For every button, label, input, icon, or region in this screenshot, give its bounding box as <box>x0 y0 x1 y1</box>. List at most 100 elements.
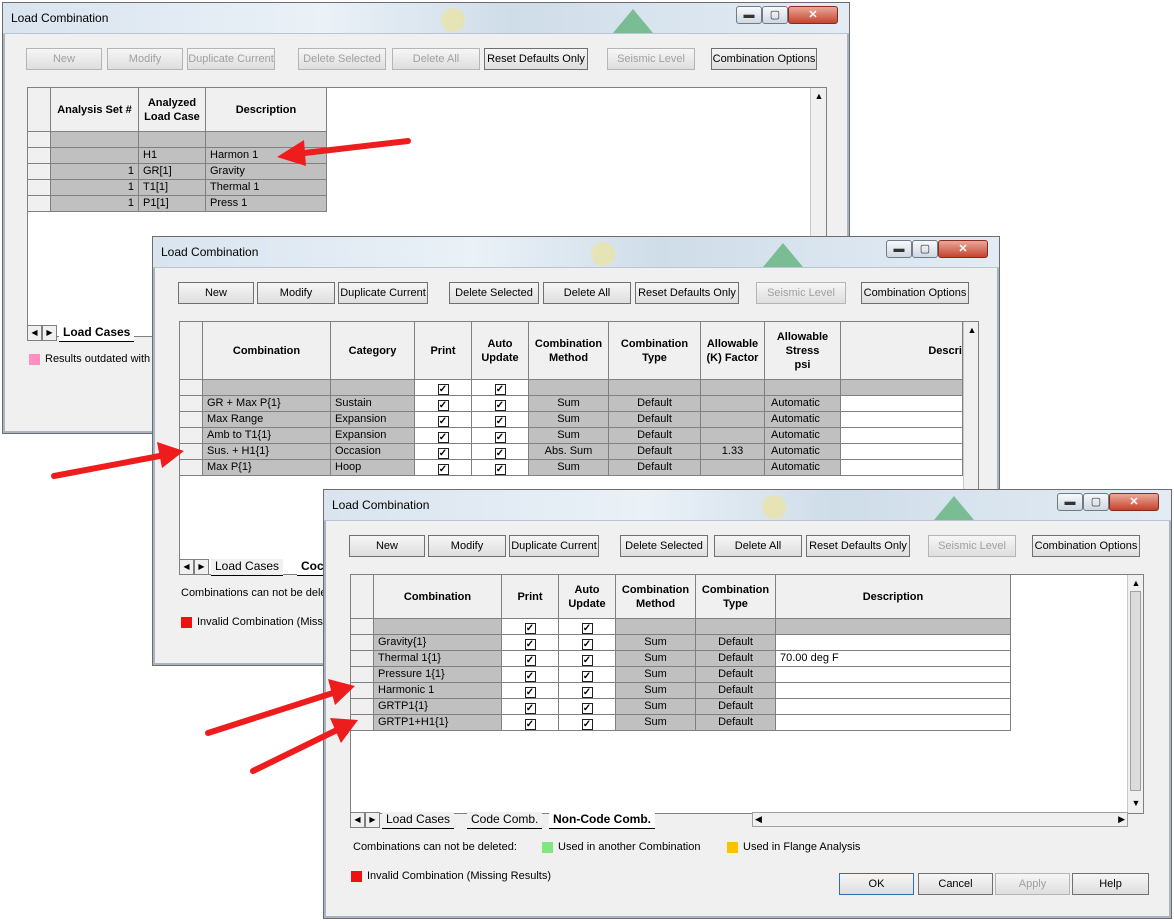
print-checkbox-cell[interactable]: ✓ <box>502 715 559 731</box>
cell-description[interactable] <box>841 396 963 412</box>
combination-options-button[interactable]: Combination Options <box>711 48 817 70</box>
auto-update-checkbox-cell[interactable]: ✓ <box>472 396 529 412</box>
cancel-button[interactable]: Cancel <box>918 873 993 895</box>
header-auto-update[interactable]: Auto Update <box>472 322 529 380</box>
seismic-level-button[interactable]: Seismic Level <box>607 48 695 70</box>
header-combination[interactable]: Combination <box>203 322 331 380</box>
row-selector[interactable] <box>28 180 51 196</box>
delete-all-button[interactable]: Delete All <box>714 535 802 557</box>
row-selector[interactable] <box>28 196 51 212</box>
auto-update-checkbox-cell[interactable]: ✓ <box>472 412 529 428</box>
tab-scroll-right-icon[interactable]: ▶ <box>42 325 57 341</box>
scroll-down-icon[interactable]: ▼ <box>1128 795 1143 811</box>
maximize-button[interactable]: ▢ <box>762 6 788 24</box>
tab-scroll-left-icon[interactable]: ◀ <box>350 812 365 828</box>
checkbox-checked-icon[interactable]: ✓ <box>581 687 593 698</box>
print-checkbox-cell[interactable]: ✓ <box>415 380 472 396</box>
apply-button[interactable]: Apply <box>995 873 1070 895</box>
modify-button[interactable]: Modify <box>428 535 506 557</box>
row-selector[interactable] <box>351 699 374 715</box>
seismic-level-button[interactable]: Seismic Level <box>756 282 846 304</box>
title-bar[interactable]: Load Combination ▬ ▢ ✕ <box>153 237 999 268</box>
delete-all-button[interactable]: Delete All <box>543 282 631 304</box>
scroll-up-icon[interactable]: ▲ <box>964 322 978 338</box>
row-selector[interactable] <box>351 651 374 667</box>
delete-selected-button[interactable]: Delete Selected <box>298 48 386 70</box>
checkbox-checked-icon[interactable]: ✓ <box>581 623 593 634</box>
row-selector[interactable] <box>180 396 203 412</box>
row-selector[interactable] <box>351 667 374 683</box>
print-checkbox-cell[interactable]: ✓ <box>502 699 559 715</box>
combination-options-button[interactable]: Combination Options <box>861 282 969 304</box>
checkbox-checked-icon[interactable]: ✓ <box>494 432 506 443</box>
header-auto-update[interactable]: Auto Update <box>559 575 616 619</box>
cell-description[interactable] <box>841 444 963 460</box>
checkbox-checked-icon[interactable]: ✓ <box>581 703 593 714</box>
duplicate-current-button[interactable]: Duplicate Current <box>509 535 599 557</box>
header-analysis-set[interactable]: Analysis Set # <box>51 88 139 132</box>
tab-load-cases[interactable]: Load Cases <box>211 559 284 576</box>
header-combination-method[interactable]: Combination Method <box>616 575 696 619</box>
reset-defaults-button[interactable]: Reset Defaults Only <box>806 535 910 557</box>
scroll-left-icon[interactable]: ◀ <box>755 813 762 826</box>
header-allowable-k-factor[interactable]: Allowable (K) Factor <box>701 322 765 380</box>
print-checkbox-cell[interactable]: ✓ <box>415 428 472 444</box>
checkbox-checked-icon[interactable]: ✓ <box>494 464 506 475</box>
row-selector[interactable] <box>180 412 203 428</box>
modify-button[interactable]: Modify <box>257 282 335 304</box>
tab-scroll-right-icon[interactable]: ▶ <box>194 559 209 575</box>
tab-scroll-left-icon[interactable]: ◀ <box>179 559 194 575</box>
ok-button[interactable]: OK <box>839 873 914 895</box>
row-selector[interactable] <box>28 148 51 164</box>
row-selector[interactable] <box>351 683 374 699</box>
title-bar[interactable]: Load Combination ▬ ▢ ✕ <box>324 490 1171 521</box>
reset-defaults-button[interactable]: Reset Defaults Only <box>484 48 588 70</box>
auto-update-checkbox-cell[interactable]: ✓ <box>559 683 616 699</box>
vertical-scrollbar[interactable]: ▲ ▼ <box>1127 575 1143 813</box>
tab-load-cases[interactable]: Load Cases <box>59 325 135 342</box>
scroll-up-icon[interactable]: ▲ <box>1128 575 1143 591</box>
print-checkbox-cell[interactable]: ✓ <box>415 396 472 412</box>
checkbox-checked-icon[interactable]: ✓ <box>524 623 536 634</box>
tab-scroll-right-icon[interactable]: ▶ <box>365 812 380 828</box>
cell-description[interactable] <box>776 667 1011 683</box>
checkbox-checked-icon[interactable]: ✓ <box>581 719 593 730</box>
auto-update-checkbox-cell[interactable]: ✓ <box>559 715 616 731</box>
duplicate-current-button[interactable]: Duplicate Current <box>187 48 275 70</box>
row-selector[interactable] <box>351 635 374 651</box>
checkbox-checked-icon[interactable]: ✓ <box>494 384 506 395</box>
checkbox-checked-icon[interactable]: ✓ <box>524 719 536 730</box>
cell-description[interactable] <box>776 715 1011 731</box>
header-combination-type[interactable]: Combination Type <box>696 575 776 619</box>
duplicate-current-button[interactable]: Duplicate Current <box>338 282 428 304</box>
print-checkbox-cell[interactable]: ✓ <box>415 412 472 428</box>
print-checkbox-cell[interactable]: ✓ <box>415 444 472 460</box>
checkbox-checked-icon[interactable]: ✓ <box>581 671 593 682</box>
cell-description[interactable] <box>841 428 963 444</box>
modify-button[interactable]: Modify <box>107 48 183 70</box>
print-checkbox-cell[interactable]: ✓ <box>502 635 559 651</box>
new-button[interactable]: New <box>178 282 254 304</box>
checkbox-checked-icon[interactable]: ✓ <box>524 703 536 714</box>
delete-all-button[interactable]: Delete All <box>392 48 480 70</box>
auto-update-checkbox-cell[interactable]: ✓ <box>472 380 529 396</box>
new-button[interactable]: New <box>349 535 425 557</box>
checkbox-checked-icon[interactable]: ✓ <box>524 655 536 666</box>
cell-description[interactable] <box>776 699 1011 715</box>
auto-update-checkbox-cell[interactable]: ✓ <box>559 619 616 635</box>
checkbox-checked-icon[interactable]: ✓ <box>524 687 536 698</box>
scroll-right-icon[interactable]: ▶ <box>1118 813 1125 826</box>
header-category[interactable]: Category <box>331 322 415 380</box>
header-analyzed-load-case[interactable]: Analyzed Load Case <box>139 88 206 132</box>
checkbox-checked-icon[interactable]: ✓ <box>581 655 593 666</box>
seismic-level-button[interactable]: Seismic Level <box>928 535 1016 557</box>
print-checkbox-cell[interactable]: ✓ <box>502 651 559 667</box>
minimize-button[interactable]: ▬ <box>886 240 912 258</box>
cell-description[interactable] <box>776 635 1011 651</box>
cell-description[interactable] <box>841 412 963 428</box>
close-button[interactable]: ✕ <box>938 240 988 258</box>
auto-update-checkbox-cell[interactable]: ✓ <box>472 460 529 476</box>
checkbox-checked-icon[interactable]: ✓ <box>494 400 506 411</box>
checkbox-checked-icon[interactable]: ✓ <box>437 448 449 459</box>
tab-non-code-comb[interactable]: Non-Code Comb. <box>549 812 655 829</box>
